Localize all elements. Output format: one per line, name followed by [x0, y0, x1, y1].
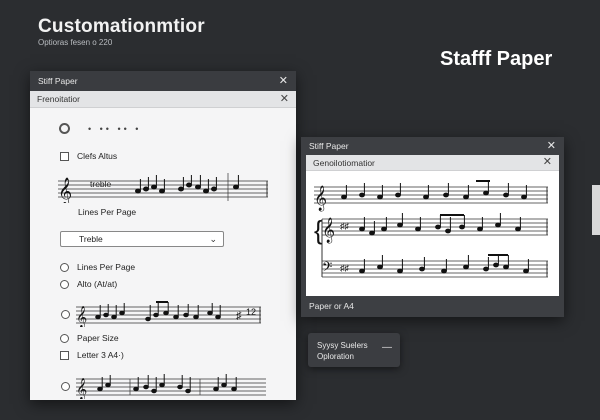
notification-toast[interactable]: Syysy Suelers Oploration — [308, 333, 400, 367]
alto-option-label: Alto (At/at) [77, 279, 118, 289]
radio-button[interactable] [61, 310, 70, 319]
preview-subbar: Genoilotiomatior ✕ [306, 155, 559, 171]
letter-option[interactable]: Letter 3 A4·) [60, 350, 124, 360]
staff-2-number: 12 [246, 307, 257, 317]
paper-size-option[interactable]: Paper Size [60, 333, 119, 343]
lines-per-page-label: Lines Per Page [78, 207, 137, 217]
clefs-label: Clefs Altus [77, 151, 118, 161]
toast-line-1: Syysy Suelers [317, 341, 368, 350]
checkbox[interactable] [60, 350, 69, 360]
lines-per-page-option-label: Lines Per Page [77, 262, 136, 272]
preview-window: Stiff Paper ✕ Genoilotiomatior ✕ 𝄞 {𝄞 ♯… [301, 137, 564, 317]
minimize-icon[interactable]: — [382, 342, 392, 353]
close-icon[interactable]: ✕ [279, 75, 288, 87]
window-title: Stiff Paper [309, 141, 349, 151]
staff-preview-3: 𝄞 [76, 374, 266, 399]
radio-button[interactable] [61, 382, 70, 391]
options-subbar: Frenoitatior ✕ [30, 91, 296, 108]
options-window-titlebar[interactable]: Stiff Paper ✕ [30, 71, 296, 91]
checkbox[interactable] [60, 151, 69, 161]
lines-per-page-option[interactable]: Lines Per Page [60, 262, 135, 272]
letter-label: Letter 3 A4·) [77, 350, 124, 360]
subbar-label: Frenoitatior [37, 94, 80, 104]
preview-window-titlebar[interactable]: Stiff Paper ✕ [301, 137, 564, 155]
treble-clef-icon: 𝄞 [76, 307, 87, 327]
radio-button[interactable] [60, 262, 69, 272]
score-preview: 𝄞 { 𝄞 ♯♯ 𝄢 ♯♯ [314, 180, 548, 278]
clef-select[interactable]: Treble ⌄ [60, 231, 224, 247]
dots-indicator: • •• •• • [88, 124, 142, 134]
toast-line-2: Oploration [317, 352, 354, 361]
key-signature-icon: ♯♯ [340, 221, 350, 231]
clef-select-value: Treble [79, 234, 103, 244]
paper-preview: Genoilotiomatior ✕ 𝄞 {𝄞 ♯♯ 𝄢 ♯♯ [306, 155, 559, 296]
bass-clef-icon: 𝄢 [322, 261, 332, 278]
clefs-option[interactable]: Clefs Altus [60, 151, 117, 161]
close-icon[interactable]: ✕ [280, 93, 289, 105]
treble-clef-icon: 𝄞 [76, 379, 87, 399]
key-signature-icon: ♯♯ [340, 263, 350, 273]
app-title: Customationmtior [38, 16, 205, 37]
alto-option[interactable]: Alto (At/at) [60, 279, 117, 289]
chevron-down-icon: ⌄ [209, 233, 217, 244]
brand-heading: Stafff Paper [440, 48, 553, 70]
options-window: Stiff Paper ✕ Frenoitatior ✕ • •• •• • C… [30, 71, 296, 400]
subbar-label: Genoilotiomatior [313, 157, 375, 168]
radio-button[interactable] [60, 279, 69, 289]
close-icon[interactable]: ✕ [547, 140, 556, 152]
app-subtitle: Optioras fesen o 220 [38, 38, 113, 47]
treble-clef-icon: 𝄞 [314, 185, 327, 211]
treble-clef-icon: 𝄞 [322, 217, 335, 243]
treble-clef-icon: 𝄞 [58, 178, 72, 203]
offscreen-window-edge [592, 185, 600, 235]
radio-button[interactable] [60, 333, 69, 343]
sharp-icon: ♯ [236, 310, 242, 322]
staff-1-label: treble [90, 179, 112, 189]
window-title: Stiff Paper [38, 76, 78, 86]
paper-size-footer: Paper or A4 [309, 301, 354, 311]
paper-size-label: Paper Size [77, 333, 119, 343]
staff-preview-2: 𝄞 ♯ [76, 301, 261, 327]
close-icon[interactable]: ✕ [543, 157, 552, 168]
radio-option-main[interactable] [59, 123, 70, 134]
